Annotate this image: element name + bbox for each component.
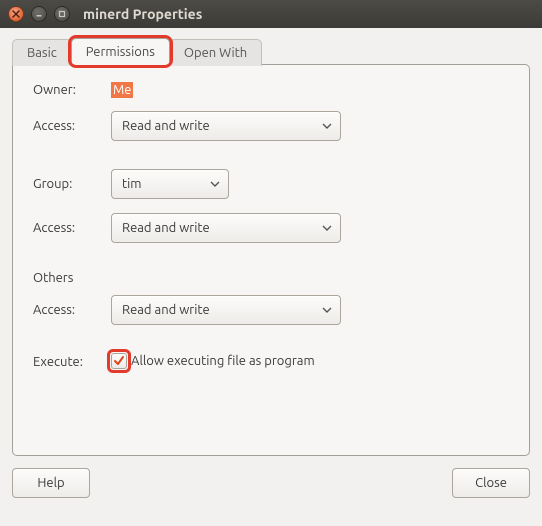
window-maximize-button[interactable] bbox=[54, 6, 70, 22]
others-access-combo[interactable]: Read and write bbox=[111, 295, 341, 325]
permissions-panel: Owner: Me Access: Read and write Group: bbox=[12, 64, 530, 456]
others-access-value: Read and write bbox=[122, 303, 210, 317]
tab-permissions-label: Permissions bbox=[86, 45, 155, 59]
group-access-value: Read and write bbox=[122, 221, 210, 235]
tab-openwith[interactable]: Open With bbox=[169, 39, 262, 66]
window-title: minerd Properties bbox=[83, 6, 202, 22]
owner-access-value: Read and write bbox=[122, 119, 210, 133]
label-execute: Execute: bbox=[33, 355, 111, 369]
group-access-combo[interactable]: Read and write bbox=[111, 213, 341, 243]
maximize-icon bbox=[58, 10, 66, 18]
execute-checkbox-wrap[interactable]: Allow executing file as program bbox=[111, 353, 315, 369]
chevron-down-icon bbox=[210, 181, 220, 187]
execute-checkbox-label: Allow executing file as program bbox=[131, 354, 315, 368]
minimize-icon bbox=[35, 10, 43, 18]
row-others-access: Access: Read and write bbox=[33, 295, 509, 325]
window-body: Basic Permissions Open With Owner: Me Ac… bbox=[0, 28, 542, 468]
titlebar: minerd Properties bbox=[0, 0, 542, 28]
label-group-access: Access: bbox=[33, 221, 111, 235]
owner-value: Me bbox=[111, 82, 133, 98]
value-owner-wrap: Me bbox=[111, 83, 509, 97]
window-minimize-button[interactable] bbox=[31, 6, 47, 22]
owner-access-combo[interactable]: Read and write bbox=[111, 111, 341, 141]
row-owner: Owner: Me bbox=[33, 83, 509, 97]
window-close-button[interactable] bbox=[8, 6, 24, 22]
group-value: tim bbox=[122, 177, 142, 191]
label-owner: Owner: bbox=[33, 83, 111, 97]
tab-strip: Basic Permissions Open With bbox=[12, 38, 530, 65]
execute-checkbox[interactable] bbox=[111, 353, 127, 369]
row-execute: Execute: Allow executing file as program bbox=[33, 353, 509, 370]
chevron-down-icon bbox=[322, 225, 332, 231]
chevron-down-icon bbox=[322, 307, 332, 313]
help-button[interactable]: Help bbox=[12, 468, 90, 498]
row-group-access: Access: Read and write bbox=[33, 213, 509, 243]
close-icon bbox=[12, 10, 20, 18]
tab-basic[interactable]: Basic bbox=[12, 39, 72, 66]
label-group: Group: bbox=[33, 177, 111, 191]
row-group: Group: tim bbox=[33, 169, 509, 199]
checkmark-icon bbox=[113, 355, 125, 367]
tab-permissions[interactable]: Permissions bbox=[71, 38, 170, 65]
row-owner-access: Access: Read and write bbox=[33, 111, 509, 141]
label-others-access: Access: bbox=[33, 303, 111, 317]
label-owner-access: Access: bbox=[33, 119, 111, 133]
label-others: Others bbox=[33, 271, 509, 285]
close-button[interactable]: Close bbox=[452, 468, 530, 498]
dialog-footer: Help Close bbox=[0, 468, 542, 510]
group-combo[interactable]: tim bbox=[111, 169, 229, 199]
chevron-down-icon bbox=[322, 123, 332, 129]
